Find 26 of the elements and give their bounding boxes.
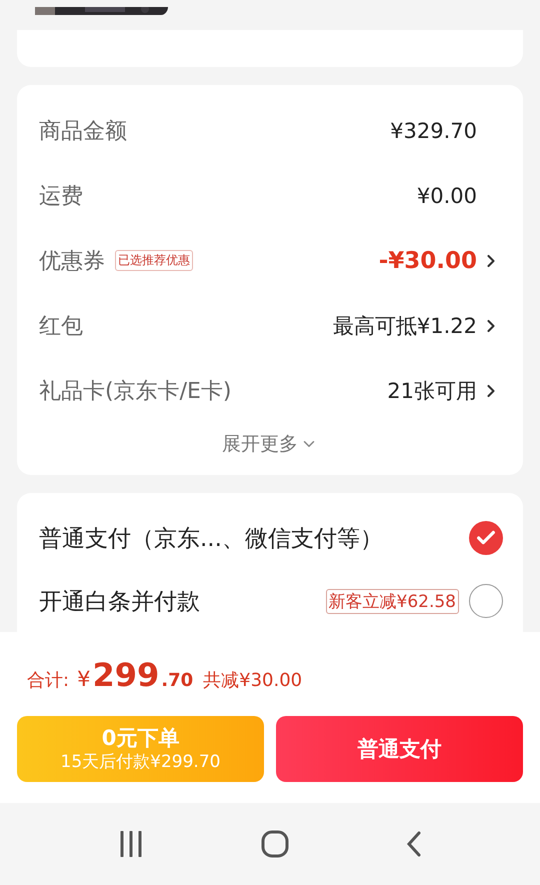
discount-total: 共减¥30.00 [203,669,302,692]
summary-label: 优惠券 [39,248,105,276]
summary-label: 红包 [39,312,83,340]
total-decimals: .70 [161,670,194,691]
summary-label: 礼品卡(京东卡/E卡) [39,378,232,406]
payment-option-label[interactable]: 开通白条并付款 [39,586,200,616]
coupon-tag: 已选推荐优惠 [115,250,193,271]
summary-value: 最高可抵¥1.22 [332,312,477,340]
summary-value: 21张可用 [387,378,477,404]
radio-button[interactable] [469,584,503,618]
summary-label: 商品金额 [39,118,127,146]
back-icon[interactable] [406,831,422,857]
recent-apps-icon[interactable] [118,831,144,857]
promo-tag: 新客立减¥62.58 [326,588,459,614]
currency-symbol: ¥ [77,667,90,691]
home-icon[interactable] [260,830,289,858]
summary-value: ¥329.70 [390,118,477,142]
total-amount: 299 [92,656,160,694]
summary-value: ¥0.00 [416,184,477,208]
pay-button[interactable]: 普通支付 [276,716,523,782]
expand-more-link[interactable]: 展开更多 [222,431,298,457]
radio-button[interactable] [469,521,503,555]
payment-option-label[interactable]: 普通支付（京东...、微信支付等） [39,522,383,554]
summary-value: -¥30.00 [378,248,477,274]
summary-label: 运费 [39,182,83,210]
total-label: 合计: [27,669,70,692]
